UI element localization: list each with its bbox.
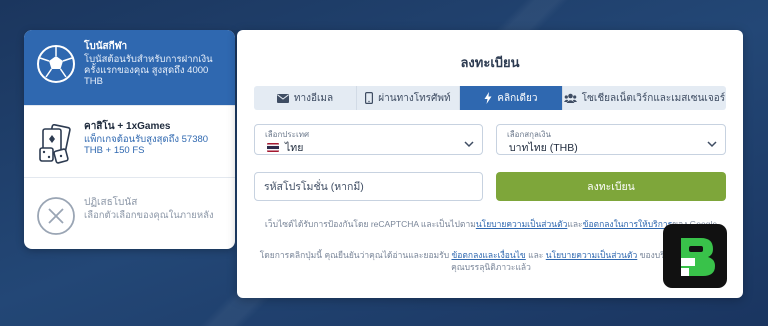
bonus-title: คาสิโน + 1xGames: [84, 121, 171, 132]
tab-label: ผ่านทางโทรศัพท์: [378, 92, 451, 104]
bonus-description: แพ็กเกจต้อนรับสูงสุดถึง 57380 THB + 150 …: [84, 134, 209, 156]
registration-method-tabs: ทางอีเมล ผ่านทางโทรศัพท์ คลิกเดียว โซเชี…: [254, 86, 726, 110]
thailand-flag-icon: [267, 143, 279, 152]
currency-select[interactable]: เลือกสกุลเงิน บาทไทย (THB): [496, 124, 726, 155]
site-logo-badge: [663, 224, 727, 288]
logo-mark-icon: [681, 238, 715, 276]
consent-notice: โดยการคลิกปุ่มนี้ คุณยืนยันว่าคุณได้อ่าน…: [259, 250, 723, 272]
recaptcha-notice: เว็บไซต์ได้รับการป้องกันโดย reCAPTCHA แล…: [264, 219, 717, 229]
tab-social[interactable]: โซเชียลเน็ตเวิร์กและเมสเซนเจอร์: [563, 86, 726, 110]
envelope-icon: [276, 93, 289, 103]
chevron-down-icon: [464, 135, 474, 153]
bonus-option-reject[interactable]: ปฏิเสธโบนัส เลือกตัวเลือกของคุณในภายหลัง: [24, 178, 235, 249]
chevron-down-icon: [707, 135, 717, 153]
tab-one-click[interactable]: คลิกเดียว: [459, 86, 563, 110]
bonus-title: ปฏิเสธโบนัส: [84, 197, 138, 208]
registration-title: ลงทะเบียน: [460, 55, 520, 70]
lightning-icon: [484, 92, 492, 104]
phone-icon: [365, 92, 374, 104]
users-icon: [563, 93, 577, 103]
bonus-option-sports[interactable]: โบนัสกีฬา โบนัสต้อนรับสำหรับการฝากเงินคร…: [24, 30, 235, 106]
bonus-description: เลือกตัวเลือกของคุณในภายหลัง: [84, 210, 214, 221]
tab-phone[interactable]: ผ่านทางโทรศัพท์: [357, 86, 460, 110]
soccer-ball-icon: [36, 44, 76, 84]
country-select[interactable]: เลือกประเทศ ไทย: [254, 124, 483, 155]
bonus-description: โบนัสต้อนรับสำหรับการฝากเงินครั้งแรกของค…: [84, 54, 213, 87]
privacy-policy-link[interactable]: นโยบายความเป็นส่วนตัว: [476, 219, 568, 229]
terms-of-service-link[interactable]: ข้อตกลงในการให้บริการ: [583, 219, 673, 229]
bonus-title: โบนัสกีฬา: [84, 41, 128, 52]
tab-label: คลิกเดียว: [497, 92, 538, 104]
privacy-policy-link[interactable]: นโยบายความเป็นส่วนตัว: [546, 250, 638, 260]
close-circle-icon: [36, 196, 76, 236]
currency-value: บาทไทย (THB): [509, 142, 578, 154]
promo-code-input[interactable]: [254, 172, 483, 201]
bonus-selection-panel: โบนัสกีฬา โบนัสต้อนรับสำหรับการฝากเงินคร…: [24, 30, 235, 249]
bonus-option-casino[interactable]: คาสิโน + 1xGames แพ็กเกจต้อนรับสูงสุดถึง…: [24, 106, 235, 178]
tab-email[interactable]: ทางอีเมล: [254, 86, 357, 110]
tab-label: โซเชียลเน็ตเวิร์กและเมสเซนเจอร์: [581, 92, 726, 104]
country-value: ไทย: [285, 142, 304, 154]
cards-dice-icon: [36, 124, 76, 164]
tab-label: ทางอีเมล: [293, 92, 334, 104]
register-button[interactable]: ลงทะเบียน: [496, 172, 726, 201]
terms-conditions-link[interactable]: ข้อตกลงและเงื่อนไข: [451, 250, 525, 260]
